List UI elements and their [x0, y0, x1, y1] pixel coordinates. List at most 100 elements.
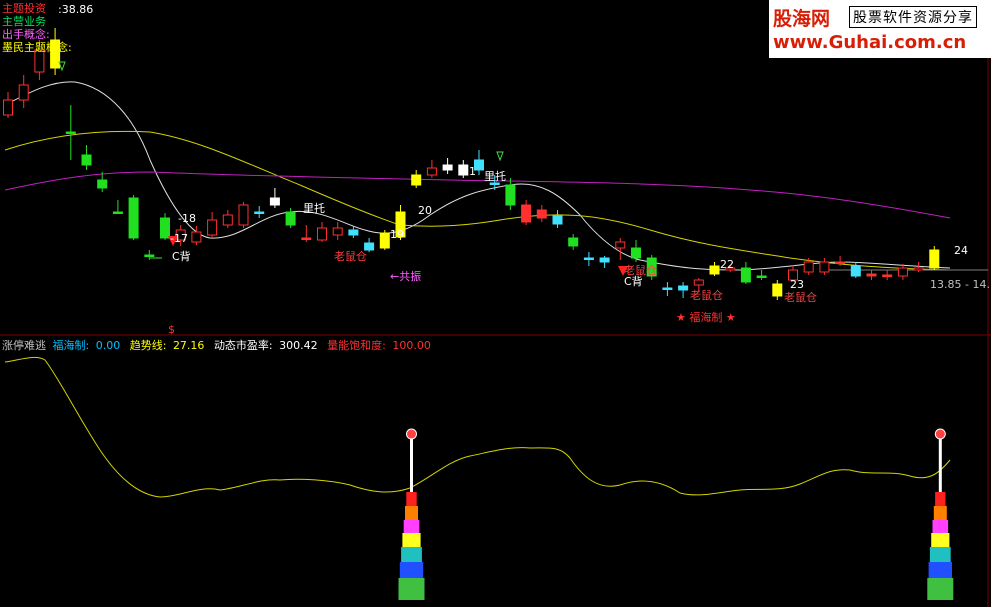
candle-body: [160, 217, 170, 239]
subpanel-item-fuhai: 福海制: 0.00: [52, 339, 121, 352]
candle-body: [207, 219, 218, 236]
lao-shu-cang-label: 老鼠仓: [690, 288, 723, 302]
candle-body: [332, 227, 343, 236]
candle-body: [897, 267, 908, 277]
candle-body: [850, 265, 861, 277]
volume-segment: [399, 562, 424, 578]
li-tuo-label: 里托: [484, 169, 506, 183]
candle-body: [81, 154, 92, 166]
chart: -17 -18 19 20 21 22 23 24 C背 C背 里托 里托 老鼠…: [0, 0, 991, 607]
candle-body: [615, 241, 626, 249]
candle-body: [536, 209, 547, 219]
candle-body: [756, 275, 767, 278]
candle-body: [709, 265, 720, 275]
count-label: 22: [720, 258, 734, 271]
volume-ball-icon: [406, 428, 417, 440]
candle-body: [97, 179, 108, 189]
candle-body: [191, 231, 202, 243]
candle-body: [128, 197, 139, 239]
candle-body: [552, 215, 563, 225]
volume-segment: [403, 520, 420, 533]
volume-segment: [406, 492, 417, 506]
fuhai-signal-label: ★ 福海制 ★: [676, 310, 736, 324]
candle-body: [269, 197, 280, 206]
price-range-label: 13.85 - 14.1: [930, 278, 991, 291]
candle-body: [222, 214, 233, 226]
candle-body: [772, 283, 783, 297]
count-label: 24: [954, 244, 968, 257]
candle-body: [568, 237, 579, 247]
candle-body: [238, 204, 249, 226]
volume-segment: [929, 547, 951, 562]
candle-body: [3, 99, 13, 116]
count-label: -17: [170, 232, 188, 245]
candle-body: [379, 232, 390, 249]
candle-body: [254, 211, 265, 214]
candle-body: [348, 229, 359, 236]
candle-body: [411, 174, 422, 186]
candle-body: [442, 164, 453, 171]
lao-shu-cang-label: 老鼠仓: [334, 249, 367, 263]
candle-body: [426, 167, 437, 176]
candle-body: [631, 247, 641, 259]
candle-body: [929, 249, 940, 269]
volume-segment: [398, 578, 425, 600]
candle-body: [285, 211, 296, 226]
subpanel-title: 涨停难逃: [2, 339, 46, 352]
subpanel-item-volume: 量能饱和度: 100.00: [327, 339, 431, 352]
candle-body: [803, 261, 814, 273]
lao-shu-cang-label: 老鼠仓: [624, 263, 657, 277]
top-price-label: :38.86: [58, 3, 93, 16]
candle-body: [521, 204, 532, 223]
green-down-arrow-icon: [496, 151, 504, 162]
watermark-brand: 股海网: [773, 8, 831, 30]
volume-segment: [932, 520, 949, 533]
candle-body: [301, 237, 312, 240]
candle-body: [18, 84, 29, 101]
subpanel-header: 涨停难逃 福海制: 0.00 趋势线: 27.16 动态市盈率: 300.42 …: [2, 337, 437, 353]
li-tuo-label: 里托: [303, 201, 325, 215]
subpanel-item-pe: 动态市盈率: 300.42: [213, 339, 318, 352]
watermark-tagline: 股票软件资源分享: [849, 6, 977, 28]
candle-body: [882, 274, 893, 277]
count-label: 21: [462, 165, 476, 178]
candle-body: [835, 261, 846, 264]
subpanel-item-trend: 趋势线: 27.16: [129, 339, 205, 352]
candle-body: [693, 279, 704, 286]
count-label: -18: [178, 212, 196, 225]
volume-segment: [933, 506, 947, 520]
candle-body: [740, 267, 751, 283]
candle-body: [364, 242, 375, 251]
candle-body: [583, 257, 594, 260]
header-line-theme: 墨民主题概念:: [2, 41, 72, 54]
volume-columns: [398, 428, 954, 600]
candle-body: [65, 131, 76, 134]
volume-segment: [931, 533, 950, 547]
volume-segment: [401, 547, 422, 562]
candle-body: [599, 257, 610, 263]
watermark: 股海网 股票软件资源分享 www.Guhai.com.cn: [769, 0, 991, 58]
candle-body: [866, 273, 877, 277]
lao-shu-cang-label: 老鼠仓: [784, 290, 817, 304]
count-label: 23: [790, 278, 804, 291]
candle-body: [505, 184, 516, 206]
ma-white-line: [4, 81, 951, 271]
dollar-marker: $: [168, 323, 175, 336]
volume-segment: [935, 492, 946, 506]
candle-body: [144, 254, 155, 257]
resonance-label: ←共振: [390, 269, 421, 283]
candle-body: [317, 227, 327, 241]
c-back-label: C背: [172, 249, 191, 263]
volume-segment: [928, 562, 952, 578]
candle-body: [112, 211, 123, 214]
ma-magenta-line: [4, 171, 951, 219]
candle-body: [489, 182, 500, 185]
candle-body: [662, 287, 673, 290]
candle-body: [819, 261, 830, 273]
volume-segment: [927, 578, 954, 600]
candle-body: [913, 267, 924, 271]
watermark-url: www.Guhai.com.cn: [773, 32, 967, 53]
volume-segment: [402, 533, 421, 547]
count-label: 20: [418, 204, 432, 217]
candle-body: [678, 285, 689, 291]
